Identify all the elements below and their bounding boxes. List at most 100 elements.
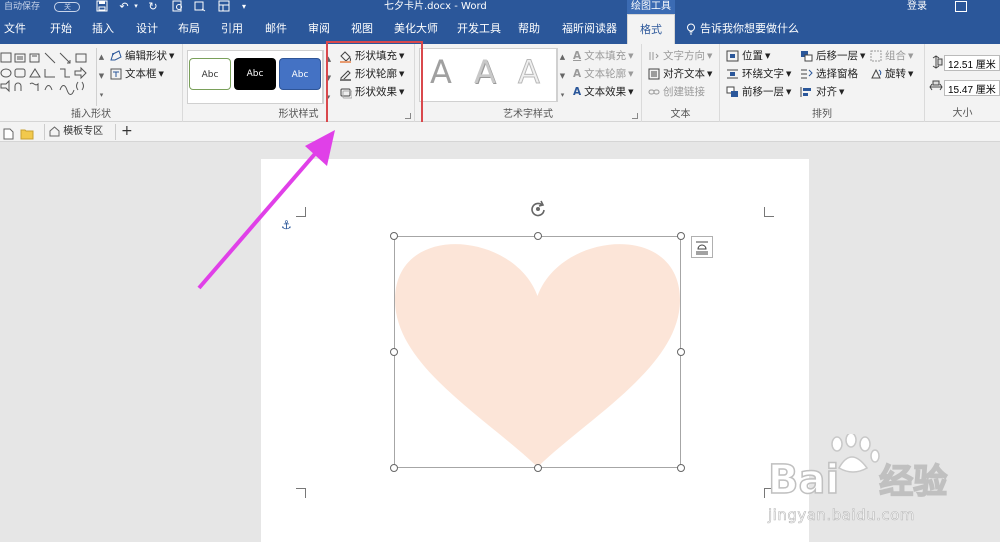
tell-me-search[interactable]: 告诉我你想要做什么 xyxy=(686,14,799,44)
position-label: 位置 xyxy=(742,50,763,62)
send-backward-label: 后移一层 xyxy=(816,50,858,62)
text-box-icon xyxy=(110,68,122,80)
chevron-down-icon: ▼ xyxy=(628,88,634,96)
group-label-size: 大小 xyxy=(952,108,973,119)
selection-pane-label: 选择窗格 xyxy=(816,68,858,80)
autosave-label: 自动保存 xyxy=(4,2,41,12)
group-button[interactable]: 组合 ▼ xyxy=(870,47,913,65)
wordart-style-1[interactable]: A xyxy=(421,52,461,92)
tab-file[interactable]: 文件 xyxy=(4,14,26,44)
text-fill-button[interactable]: A 文本填充 ▼ xyxy=(573,47,634,65)
tab-developer[interactable]: 开发工具 xyxy=(457,14,501,44)
tab-beautify-master[interactable]: 美化大师 xyxy=(394,14,438,44)
text-direction-label: 文字方向 xyxy=(663,50,705,62)
shape-width-icon xyxy=(929,80,943,91)
text-effects-button[interactable]: A 文本效果 ▼ xyxy=(573,83,634,101)
text-direction-button[interactable]: 文字方向 ▼ xyxy=(648,47,712,65)
position-button[interactable]: 位置 ▼ xyxy=(726,47,770,65)
text-fill-icon: A xyxy=(573,50,582,62)
add-tab-button[interactable]: + xyxy=(121,124,133,140)
chevron-down-icon: ▼ xyxy=(908,52,914,60)
new-document-icon[interactable] xyxy=(2,126,14,142)
resize-handle-top-right[interactable] xyxy=(677,232,685,240)
wordart-gallery-scroll[interactable]: ▲ ▼ ▾ xyxy=(557,48,567,102)
tab-layout[interactable]: 布局 xyxy=(178,14,200,44)
text-box-button[interactable]: 文本框 ▼ xyxy=(110,65,164,83)
ribbon-display-options-icon[interactable] xyxy=(955,1,967,12)
draw-table-icon[interactable] xyxy=(192,0,208,14)
wrap-text-button[interactable]: 环绕文字 ▼ xyxy=(726,65,791,83)
layout-options-icon xyxy=(696,241,708,255)
wordart-dialog-launcher[interactable] xyxy=(632,113,638,119)
login-link[interactable]: 登录 xyxy=(907,0,927,13)
redo-icon[interactable]: ↻ xyxy=(145,0,161,14)
resize-handle-bottom-left[interactable] xyxy=(390,464,398,472)
tab-help[interactable]: 帮助 xyxy=(518,14,540,44)
group-label: 组合 xyxy=(885,50,906,62)
tab-insert[interactable]: 插入 xyxy=(92,14,114,44)
tab-review[interactable]: 审阅 xyxy=(308,14,330,44)
shape-height-field[interactable] xyxy=(944,55,1000,71)
align-button[interactable]: 对齐 ▼ xyxy=(800,83,844,101)
wordart-style-2[interactable]: A xyxy=(465,52,505,92)
tab-view[interactable]: 视图 xyxy=(351,14,373,44)
document-title: 七夕卡片.docx - Word xyxy=(384,1,487,12)
resize-handle-top-left[interactable] xyxy=(390,232,398,240)
ribbon-tab-bar: 文件 开始 插入 设计 布局 引用 邮件 审阅 视图 美化大师 开发工具 帮助 … xyxy=(0,14,1000,44)
chevron-down-icon: ▼ xyxy=(158,70,164,78)
shape-gallery-scroll[interactable]: ▲ ▼ ▾ xyxy=(96,48,106,106)
resize-handle-right[interactable] xyxy=(677,348,685,356)
shape-style-swatch-outline[interactable]: Abc xyxy=(189,58,231,90)
text-outline-button[interactable]: A 文本轮廓 ▼ xyxy=(573,65,634,83)
rotate-label: 旋转 xyxy=(885,68,906,80)
rotate-objects-icon xyxy=(871,68,882,79)
layout-options-button[interactable] xyxy=(691,236,713,258)
shape-width-field[interactable] xyxy=(944,80,1000,96)
create-link-button[interactable]: 创建链接 xyxy=(648,83,705,101)
shape-style-swatch-blue[interactable]: Abc xyxy=(279,58,321,90)
selection-pane-button[interactable]: 选择窗格 xyxy=(800,65,858,83)
resize-handle-bottom-right[interactable] xyxy=(677,464,685,472)
group-wordart-styles: A A A ▲ ▼ ▾ A 文本填充 ▼ A 文本轮廓 ▼ A 文本效果 ▼ 艺术字样式 xyxy=(415,44,642,122)
resize-handle-bottom[interactable] xyxy=(534,464,542,472)
home-icon xyxy=(49,125,60,136)
tab-format[interactable]: 格式 xyxy=(627,14,675,44)
wordart-style-3[interactable]: A xyxy=(509,52,549,92)
align-icon xyxy=(800,87,811,97)
edit-shape-button[interactable]: 编辑形状 ▼ xyxy=(110,47,174,65)
autosave-toggle[interactable]: 关 xyxy=(54,2,80,12)
send-backward-button[interactable]: 后移一层 ▼ xyxy=(800,47,865,65)
align-label: 对齐 xyxy=(816,86,837,98)
customize-qat-icon[interactable]: ▾ xyxy=(236,0,252,14)
watermark-url: jingyan.baidu.com xyxy=(768,506,915,525)
chevron-down-icon: ▼ xyxy=(628,70,634,78)
edit-shape-label: 编辑形状 xyxy=(125,50,167,62)
chevron-down-icon: ▼ xyxy=(628,52,634,60)
tab-mailings[interactable]: 邮件 xyxy=(265,14,287,44)
resize-handle-top[interactable] xyxy=(534,232,542,240)
save-icon[interactable] xyxy=(94,0,110,14)
layout-icon[interactable] xyxy=(216,0,232,14)
tab-foxit-reader[interactable]: 福昕阅读器 xyxy=(562,14,617,44)
chevron-down-icon: ▼ xyxy=(839,88,845,96)
margin-corner-top-right xyxy=(764,207,774,217)
bring-forward-button[interactable]: 前移一层 ▼ xyxy=(726,83,791,101)
tab-template-zone[interactable]: 模板专区 xyxy=(44,124,116,140)
lightbulb-icon xyxy=(687,23,695,35)
tab-references[interactable]: 引用 xyxy=(221,14,243,44)
shape-gallery[interactable] xyxy=(0,50,100,98)
rotate-button[interactable]: 旋转 ▼ xyxy=(870,65,913,83)
tab-design[interactable]: 设计 xyxy=(136,14,158,44)
shape-style-swatch-black[interactable]: Abc xyxy=(234,58,276,90)
resize-handle-left[interactable] xyxy=(390,348,398,356)
align-text-button[interactable]: 对齐文本 ▼ xyxy=(648,65,712,83)
ribbon: ▲ ▼ ▾ 编辑形状 ▼ 文本框 ▼ 插入形状 Abc Abc Abc ▲ ▼ ▾ 形状填充… xyxy=(0,44,1000,122)
print-preview-icon[interactable] xyxy=(170,0,186,14)
folder-icon[interactable] xyxy=(20,126,34,142)
tab-home[interactable]: 开始 xyxy=(50,14,72,44)
undo-dropdown-icon[interactable]: ▾ xyxy=(128,0,144,14)
group-label-arrange: 排列 xyxy=(812,109,832,120)
highlight-box xyxy=(326,41,423,129)
chevron-down-icon: ▼ xyxy=(169,52,175,60)
rotate-handle-icon[interactable] xyxy=(529,200,547,218)
